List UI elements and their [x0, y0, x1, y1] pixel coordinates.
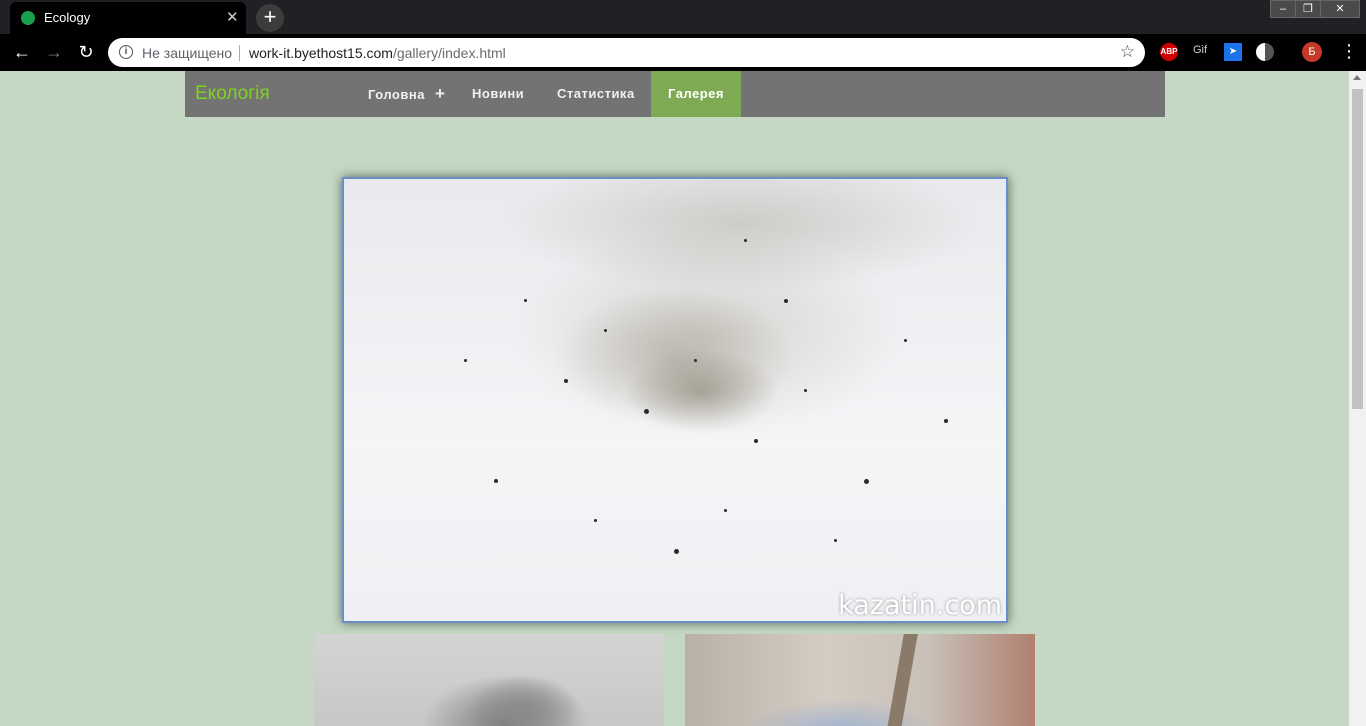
close-tab-icon[interactable]: ✕ — [226, 8, 239, 26]
info-icon[interactable]: i — [119, 45, 133, 59]
nav-item-statistics[interactable]: Статистика — [540, 71, 652, 117]
browser-toolbar: ← → ↻ i Не защищено work-it.byethost15.c… — [0, 34, 1366, 71]
url-text[interactable]: work-it.byethost15.com/gallery/index.htm… — [249, 45, 506, 61]
nav-item-gallery[interactable]: Галерея — [651, 71, 742, 117]
page-viewport: Екологія Головна + Новини Статистика Гале… — [0, 71, 1349, 726]
close-window-icon[interactable]: ✕ — [1320, 0, 1360, 18]
scroll-up-icon[interactable] — [1353, 75, 1361, 80]
browser-tab[interactable]: Ecology ✕ — [10, 2, 246, 34]
nav-item-news[interactable]: Новини — [455, 71, 541, 117]
address-bar[interactable]: i Не защищено work-it.byethost15.com/gal… — [108, 38, 1145, 67]
restore-icon[interactable]: ❐ — [1295, 0, 1321, 18]
reload-icon[interactable]: ↻ — [74, 41, 98, 65]
gallery-main-image[interactable]: kazatin.com — [342, 177, 1008, 623]
gallery-thumbnail-waste[interactable] — [685, 634, 1035, 726]
minimize-icon[interactable]: – — [1270, 0, 1296, 18]
scrollbar-thumb[interactable] — [1352, 89, 1363, 409]
forward-icon[interactable]: → — [42, 41, 66, 65]
site-brand[interactable]: Екологія — [195, 83, 270, 105]
menu-icon[interactable]: ⋮ — [1340, 41, 1358, 62]
favicon-icon — [21, 11, 35, 25]
tab-title: Ecology — [44, 10, 91, 25]
site-navbar: Екологія Головна + Новини Статистика Гале… — [185, 71, 1165, 117]
nav-item-home[interactable]: Головна + — [351, 71, 462, 117]
image-watermark: kazatin.com — [838, 590, 1002, 621]
browser-titlebar: Ecology ✕ + – ❐ ✕ — [0, 0, 1366, 34]
gallery-thumbnail-smoke[interactable] — [314, 634, 664, 726]
profile-avatar[interactable]: Б — [1302, 42, 1322, 62]
back-icon[interactable]: ← — [10, 41, 34, 65]
security-label: Не защищено — [142, 45, 232, 61]
omnibox-divider — [239, 45, 240, 61]
extension-icon[interactable]: ➤ — [1224, 43, 1242, 61]
adblock-icon[interactable]: ABP — [1160, 43, 1178, 61]
tree-trunk-shape — [886, 634, 918, 726]
gif-extension-icon[interactable]: Gif — [1193, 44, 1207, 56]
new-tab-button[interactable]: + — [256, 4, 284, 32]
plus-icon[interactable]: + — [435, 84, 445, 103]
page-scrollbar[interactable] — [1349, 71, 1366, 726]
bookmark-star-icon[interactable]: ☆ — [1120, 42, 1135, 62]
contrast-icon[interactable] — [1256, 43, 1274, 61]
